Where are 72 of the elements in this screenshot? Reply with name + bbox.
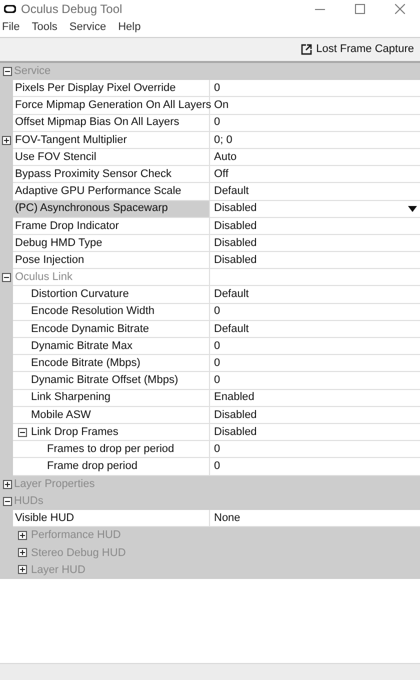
property-name: Bypass Proximity Sensor Check	[15, 166, 172, 182]
category-label: Layer Properties	[14, 476, 95, 492]
property-value[interactable]: Disabled	[214, 218, 257, 234]
property-value[interactable]: Disabled	[214, 252, 257, 268]
property-value[interactable]: 0	[214, 303, 220, 320]
property-name: Link Drop Frames	[31, 424, 118, 440]
collapse-icon[interactable]	[3, 496, 12, 506]
property-value[interactable]: Default	[214, 320, 249, 338]
menu-item[interactable]: Tools	[30, 19, 62, 36]
property-value[interactable]: 0	[214, 372, 220, 389]
collapse-icon[interactable]	[3, 67, 12, 76]
property-value[interactable]: 0; 0	[214, 132, 232, 148]
menu-item[interactable]: Service	[67, 19, 112, 36]
category-label: HUDs	[14, 494, 44, 510]
property-value[interactable]: 0	[214, 80, 220, 97]
property-name: (PC) Asynchronous Spacewarp	[15, 201, 168, 216]
property-name: Frames to drop per period	[47, 442, 174, 457]
property-value[interactable]: On	[214, 97, 229, 114]
property-name: Encode Bitrate (Mbps)	[31, 356, 140, 372]
category-label: Service	[14, 64, 51, 80]
category-label: Stereo Debug HUD	[31, 546, 126, 561]
expand-icon[interactable]	[18, 548, 27, 558]
property-name: Visible HUD	[15, 510, 74, 526]
property-name: Mobile ASW	[31, 408, 91, 423]
menu-item[interactable]: Help	[116, 19, 146, 36]
dropdown-arrow-icon[interactable]	[408, 206, 417, 212]
collapse-icon[interactable]	[18, 428, 27, 437]
category-label: Layer HUD	[31, 562, 86, 578]
property-value[interactable]: 0	[214, 458, 220, 475]
property-name: Encode Dynamic Bitrate	[31, 322, 149, 337]
property-value[interactable]: Enabled	[214, 389, 254, 406]
property-value[interactable]: Disabled	[214, 234, 257, 252]
property-value[interactable]: Default	[214, 286, 249, 303]
property-name: Pixels Per Display Pixel Override	[15, 81, 176, 96]
property-name: Frame Drop Indicator	[15, 218, 119, 234]
expand-icon[interactable]	[2, 136, 11, 145]
expand-icon[interactable]	[18, 565, 27, 574]
property-value[interactable]: Disabled	[214, 406, 257, 424]
property-name: Pose Injection	[15, 252, 84, 268]
property-value[interactable]: Auto	[214, 148, 237, 166]
property-name: Debug HMD Type	[15, 236, 102, 251]
external-link-icon	[301, 44, 312, 55]
property-value[interactable]: Disabled	[214, 200, 257, 217]
property-name: Dynamic Bitrate Max	[31, 338, 132, 354]
property-name: Force Mipmap Generation On All Layers	[15, 98, 212, 114]
property-value[interactable]: None	[214, 510, 240, 526]
expand-icon[interactable]	[18, 531, 27, 540]
property-value[interactable]: Disabled	[214, 424, 257, 440]
menu-item[interactable]: File	[0, 19, 25, 36]
property-name: Adaptive GPU Performance Scale	[15, 184, 182, 200]
category-label: Oculus Link	[15, 270, 72, 286]
property-value[interactable]: Off	[214, 166, 228, 182]
property-name: FOV-Tangent Multiplier	[15, 132, 127, 148]
property-name: Link Sharpening	[31, 390, 111, 406]
property-name: Dynamic Bitrate Offset (Mbps)	[31, 373, 178, 388]
property-value[interactable]: Default	[214, 183, 249, 200]
property-value[interactable]: 0	[214, 114, 220, 131]
property-name: Frame drop period	[47, 459, 138, 474]
property-name: Encode Resolution Width	[31, 304, 155, 320]
close-icon[interactable]	[395, 4, 405, 14]
category-label: Performance HUD	[31, 528, 121, 544]
property-name: Offset Mipmap Bias On All Layers	[15, 115, 180, 130]
property-name: Distortion Curvature	[31, 287, 129, 302]
property-value[interactable]: 0	[214, 338, 220, 354]
collapse-icon[interactable]	[2, 273, 11, 282]
window-title: Oculus Debug Tool	[21, 1, 124, 18]
oculus-logo	[4, 5, 16, 13]
property-name: Use FOV Stencil	[15, 150, 96, 165]
maximize-icon[interactable]	[355, 4, 365, 14]
property-value[interactable]: 0	[214, 355, 220, 372]
expand-icon[interactable]	[3, 480, 12, 488]
property-value[interactable]: 0	[214, 440, 220, 458]
